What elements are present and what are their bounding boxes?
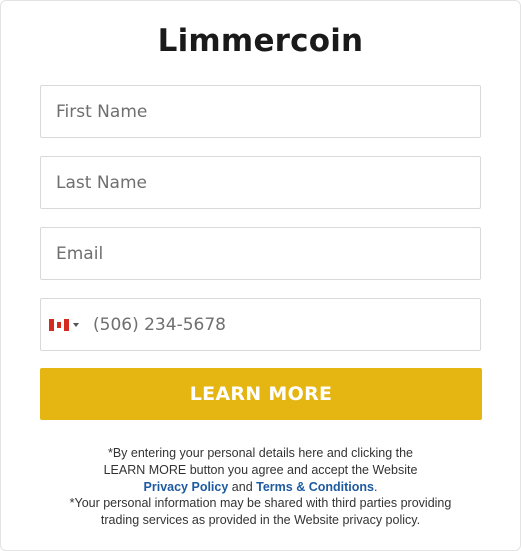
legal-disclaimer: *By entering your personal details here … — [21, 445, 500, 529]
learn-more-button[interactable]: LEARN MORE — [40, 368, 482, 420]
disclaimer-links-line: Privacy Policy and Terms & Conditions. — [21, 479, 500, 496]
and-text: and — [231, 479, 253, 494]
country-code-selector[interactable] — [49, 299, 79, 350]
disclaimer-line: trading services as provided in the Webs… — [100, 513, 421, 528]
last-name-field[interactable] — [40, 156, 481, 209]
brand-title: Limmercoin — [157, 23, 364, 59]
chevron-down-icon — [73, 322, 79, 327]
disclaimer-line: *Your personal information may be shared… — [69, 496, 452, 511]
phone-input[interactable] — [41, 299, 480, 350]
disclaimer-line: *By entering your personal details here … — [107, 446, 414, 460]
signup-card: Limmercoin LEARN MORE *By entering your … — [0, 0, 521, 551]
canada-flag-icon — [49, 318, 69, 331]
phone-field[interactable] — [40, 298, 481, 351]
disclaimer-line: LEARN MORE button you agree and accept t… — [103, 462, 418, 477]
last-name-input[interactable] — [41, 157, 480, 208]
first-name-field[interactable] — [40, 85, 481, 138]
terms-conditions-link[interactable]: Terms & Conditions — [256, 480, 374, 494]
email-input[interactable] — [41, 228, 480, 279]
email-field[interactable] — [40, 227, 481, 280]
first-name-input[interactable] — [41, 86, 480, 137]
period-text: . — [373, 479, 378, 494]
privacy-policy-link[interactable]: Privacy Policy — [144, 480, 229, 494]
